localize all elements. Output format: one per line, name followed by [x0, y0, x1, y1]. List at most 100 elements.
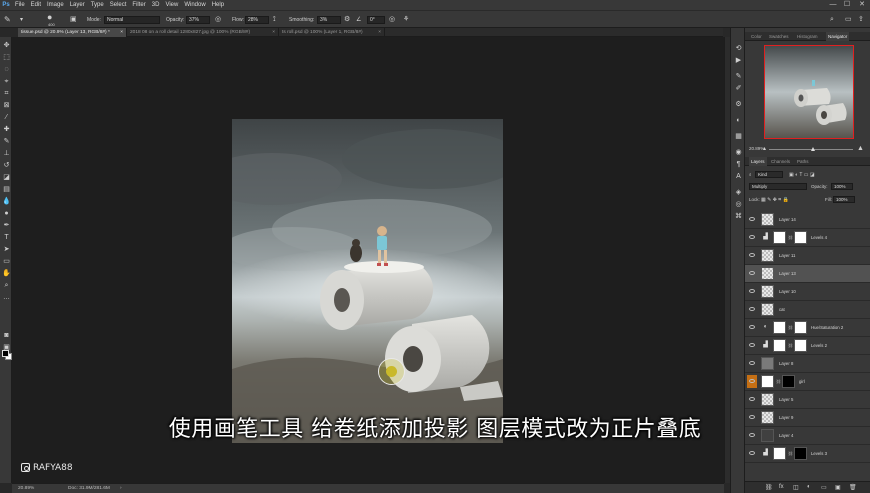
visibility-eye-icon[interactable]	[749, 235, 755, 239]
layer-thumbnail[interactable]	[773, 339, 786, 352]
layer-thumbnail[interactable]	[761, 375, 774, 388]
gradient-tool-icon[interactable]: ▤	[2, 185, 11, 194]
add-mask-icon[interactable]: ◫	[793, 484, 799, 491]
rectangle-tool-icon[interactable]: ▭	[2, 257, 11, 266]
layer-style-icon[interactable]: fx	[779, 484, 784, 490]
navigator-zoom-slider[interactable]	[769, 147, 853, 151]
layer-thumbnail[interactable]	[761, 393, 774, 406]
layer-mask-thumbnail[interactable]	[794, 231, 807, 244]
layer-mask-thumbnail[interactable]	[794, 339, 807, 352]
visibility-eye-icon[interactable]	[749, 307, 755, 311]
healing-brush-tool-icon[interactable]: ✚	[2, 125, 11, 134]
type-tool-icon[interactable]: T	[2, 233, 11, 242]
symmetry-icon[interactable]: ⚘	[403, 15, 409, 25]
edit-toolbar-icon[interactable]: …	[2, 293, 11, 302]
group-icon[interactable]: ▭	[821, 484, 827, 491]
history-panel-icon[interactable]: ⟲	[734, 44, 743, 53]
libraries-panel-icon[interactable]: ▦	[734, 132, 743, 141]
mask-link-icon[interactable]: ⛓	[788, 325, 793, 330]
tab-paths[interactable]: Paths	[795, 157, 811, 166]
layer-row[interactable]: Layer 14	[745, 211, 870, 229]
layer-row[interactable]: Layer 11	[745, 247, 870, 265]
paths-panel-icon[interactable]: ⌘	[734, 212, 743, 221]
workspace-icon[interactable]: ▭	[845, 15, 852, 25]
layers-list[interactable]: Layer 14 ▟ ⛓ Levels 4 Layer 11 Layer 13 Layer …	[745, 211, 870, 481]
frame-tool-icon[interactable]: ⊠	[2, 101, 11, 110]
properties-panel-icon[interactable]: ⚙	[734, 100, 743, 109]
paragraph-panel-icon[interactable]: ¶	[734, 160, 743, 169]
layer-row[interactable]: cat	[745, 301, 870, 319]
tab-tissue-psd[interactable]: tissue.psd @ 20.9% (Layer 13, RGB/8#) * …	[18, 28, 127, 37]
actions-panel-icon[interactable]: ▶	[734, 56, 743, 65]
menu-window[interactable]: Window	[181, 0, 208, 10]
layer-thumbnail[interactable]	[761, 285, 774, 298]
menu-edit[interactable]: Edit	[28, 0, 44, 10]
new-layer-icon[interactable]: ▣	[835, 484, 841, 491]
dodge-tool-icon[interactable]: ●	[2, 209, 11, 218]
status-menu-arrow-icon[interactable]: ›	[120, 485, 122, 493]
visibility-eye-icon[interactable]	[749, 361, 755, 365]
visibility-eye-icon[interactable]	[749, 271, 755, 275]
layer-row[interactable]: Layer 9	[745, 409, 870, 427]
layer-thumbnail[interactable]	[761, 429, 774, 442]
color-panel-icon[interactable]: ◉	[734, 148, 743, 157]
brushes-panel-icon[interactable]: ✐	[734, 84, 743, 93]
layer-row[interactable]: Layer 5	[745, 391, 870, 409]
layer-mask-thumbnail[interactable]	[782, 375, 795, 388]
flow-field[interactable]: 28%	[245, 16, 269, 24]
tab-swatches[interactable]: Swatches	[767, 32, 791, 41]
pen-tool-icon[interactable]: ✒	[2, 221, 11, 230]
menu-help[interactable]: Help	[209, 0, 227, 10]
pressure-size-icon[interactable]: ◎	[389, 15, 395, 25]
layer-row[interactable]: ▟ ⛓ Levels 4	[745, 229, 870, 247]
menu-file[interactable]: File	[12, 0, 28, 10]
quick-select-tool-icon[interactable]: ⌖	[2, 77, 11, 86]
layer-row[interactable]: ◐ ⛓ Hue/Saturation 2	[745, 319, 870, 337]
brush-settings-panel-icon[interactable]: ✎	[734, 72, 743, 81]
tool-preset-dropdown-icon[interactable]: ▾	[20, 15, 23, 25]
tab-ts-roll-psd[interactable]: ts roll.psd @ 100% (Layer 1, RGB/8#) ×	[279, 28, 385, 37]
navigator-view-box[interactable]	[764, 45, 854, 139]
layers-panel-icon[interactable]: ◈	[734, 188, 743, 197]
blur-tool-icon[interactable]: 💧	[2, 197, 11, 206]
navigator-zoom-text[interactable]: 20.89%	[749, 145, 764, 153]
clone-stamp-tool-icon[interactable]: ⊥	[2, 149, 11, 158]
close-tab-icon[interactable]: ×	[120, 28, 123, 37]
trash-icon[interactable]: 🗑	[849, 484, 857, 491]
visibility-eye-icon[interactable]	[749, 397, 755, 401]
link-layers-icon[interactable]: ⛓	[765, 484, 773, 491]
blend-mode-select[interactable]: Multiply	[749, 183, 807, 190]
zoom-out-icon[interactable]: ▴	[763, 145, 766, 153]
layer-thumbnail[interactable]	[761, 213, 774, 226]
search-icon[interactable]: ⌕	[830, 15, 834, 25]
menu-3d[interactable]: 3D	[149, 0, 163, 10]
visibility-eye-icon[interactable]	[749, 343, 755, 347]
layer-opacity-field[interactable]: 100%	[831, 183, 853, 190]
mask-link-icon[interactable]: ⛓	[788, 235, 793, 240]
visibility-eye-icon[interactable]	[749, 289, 755, 293]
layer-mask-thumbnail[interactable]	[794, 321, 807, 334]
mode-select[interactable]: Normal	[104, 16, 160, 24]
brush-settings-icon[interactable]: ▣	[70, 15, 77, 25]
pressure-opacity-icon[interactable]: ◎	[215, 15, 221, 25]
menu-select[interactable]: Select	[107, 0, 130, 10]
zoom-slider-knob[interactable]	[811, 147, 815, 151]
crop-tool-icon[interactable]: ⌗	[2, 89, 11, 98]
airbrush-icon[interactable]: ⟟	[273, 15, 276, 25]
layer-row[interactable]: Layer 8	[745, 355, 870, 373]
layer-fill-field[interactable]: 100%	[833, 196, 855, 203]
visibility-eye-icon[interactable]	[749, 451, 755, 455]
visibility-eye-icon[interactable]	[749, 433, 755, 437]
photoshop-logo-icon[interactable]: Ps	[0, 0, 12, 10]
zoom-in-icon[interactable]: ▲	[857, 145, 864, 153]
layer-row[interactable]: Layer 4	[745, 427, 870, 445]
layer-thumbnail[interactable]	[761, 303, 774, 316]
eyedropper-tool-icon[interactable]: ⁄	[2, 113, 11, 122]
hand-tool-icon[interactable]: ✋	[2, 269, 11, 278]
tab-navigator[interactable]: Navigator	[826, 32, 850, 41]
layer-row[interactable]: ▟ ⛓ Levels 3	[745, 445, 870, 463]
lasso-tool-icon[interactable]: ◌	[2, 65, 11, 74]
quick-mask-icon[interactable]: ◙	[2, 331, 11, 340]
opacity-field[interactable]: 37%	[186, 16, 210, 24]
layer-row[interactable]: ⛓ girl	[745, 373, 870, 391]
